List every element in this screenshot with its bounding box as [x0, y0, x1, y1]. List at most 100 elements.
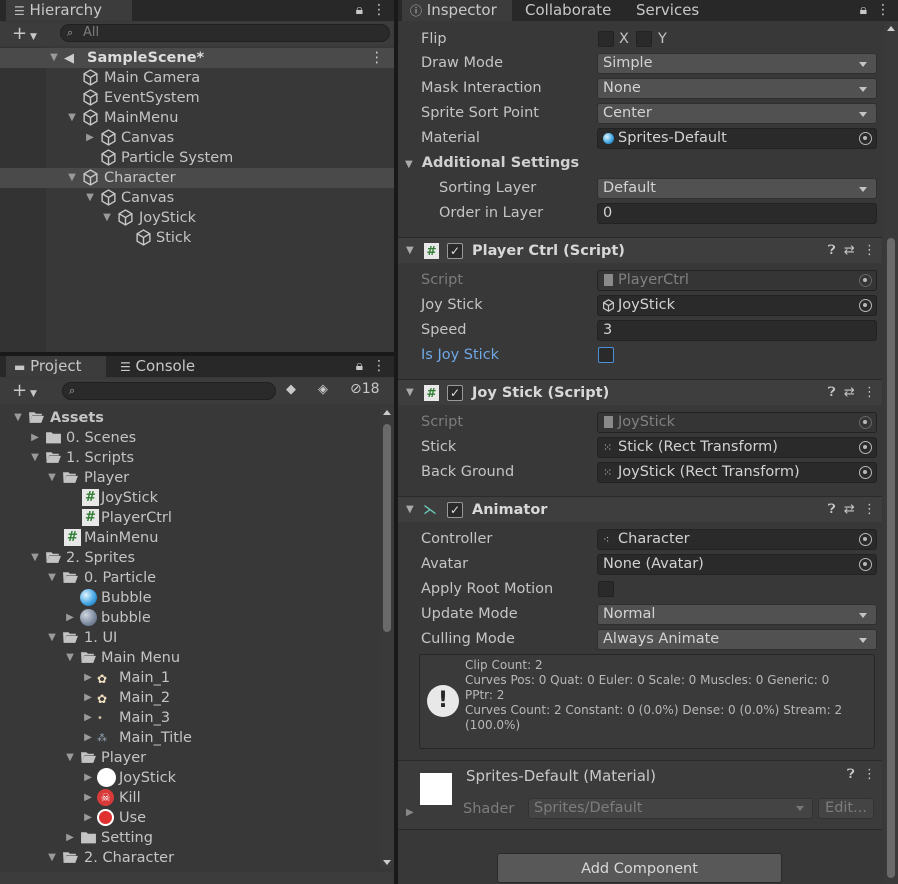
- tree-row-particle-system[interactable]: Particle System: [0, 148, 394, 168]
- expand-arrow-icon[interactable]: ▼: [66, 108, 78, 128]
- draw-mode-dropdown[interactable]: Simple: [597, 53, 877, 74]
- object-picker-icon[interactable]: [859, 533, 872, 546]
- tree-row-canvas[interactable]: ▶ Canvas: [0, 128, 394, 148]
- lock-icon[interactable]: 🔒︎: [860, 2, 867, 18]
- expand-arrow-icon[interactable]: ▼: [64, 648, 76, 668]
- tree-row-scenes-folder[interactable]: ▶ 0. Scenes: [0, 428, 394, 448]
- expand-arrow-icon[interactable]: ▼: [66, 168, 78, 188]
- collapse-arrow-icon[interactable]: ▶: [82, 768, 94, 788]
- speed-input[interactable]: 3: [597, 320, 877, 341]
- tree-row-bubble-sprite[interactable]: ▶ bubble: [0, 608, 394, 628]
- tree-row-scene[interactable]: ▼ ◀ SampleScene* ⋮: [0, 48, 394, 68]
- expand-arrow-icon[interactable]: ▼: [46, 568, 58, 588]
- object-picker-icon[interactable]: [859, 299, 872, 312]
- tree-row-character[interactable]: ▼ Character: [0, 168, 394, 188]
- tree-row-main-3[interactable]: ▶ • Main_3: [0, 708, 394, 728]
- collapse-arrow-icon[interactable]: ▶: [29, 428, 41, 448]
- tab-project[interactable]: ▬ Project: [6, 356, 106, 377]
- expand-arrow-icon[interactable]: ▼: [46, 848, 58, 868]
- mask-interaction-dropdown[interactable]: None: [597, 78, 877, 99]
- tree-row-sprites-folder[interactable]: ▼ 2. Sprites: [0, 548, 394, 568]
- tree-row-canvas-2[interactable]: ▼ Canvas: [0, 188, 394, 208]
- expand-arrow-icon[interactable]: ▼: [29, 548, 41, 568]
- sorting-layer-dropdown[interactable]: Default: [597, 178, 877, 199]
- project-scrollbar[interactable]: [380, 408, 394, 868]
- player-ctrl-enabled-checkbox[interactable]: ✓: [447, 243, 463, 259]
- add-component-button[interactable]: Add Component: [497, 853, 782, 883]
- tab-hierarchy[interactable]: ☰ Hierarchy: [6, 0, 132, 21]
- tree-row-joystick-sprite[interactable]: ▶ JoyStick: [0, 768, 394, 788]
- tree-row-joystick-script[interactable]: # JoyStick: [0, 488, 394, 508]
- object-picker-icon[interactable]: [859, 132, 872, 145]
- tree-row-main-menu[interactable]: ▼ MainMenu: [0, 108, 394, 128]
- shader-edit-button[interactable]: Edit...: [818, 798, 874, 819]
- kebab-menu-icon[interactable]: ⋮: [370, 48, 385, 68]
- tab-inspector[interactable]: ⓘ Inspector: [402, 0, 512, 21]
- collapse-arrow-icon[interactable]: ▶: [82, 788, 94, 808]
- tree-row-main-title[interactable]: ▶ ⁂ Main_Title: [0, 728, 394, 748]
- tree-row-main-2[interactable]: ▶ ✿ Main_2: [0, 688, 394, 708]
- hidden-packages-toggle[interactable]: ⊘18: [350, 381, 380, 397]
- kebab-menu-icon[interactable]: ⋮: [372, 358, 386, 374]
- help-icon[interactable]: ❓︎: [847, 767, 855, 782]
- tree-row-assets[interactable]: ▼ Assets: [0, 408, 394, 428]
- tree-row-bubble-material[interactable]: Bubble: [0, 588, 394, 608]
- kebab-menu-icon[interactable]: ⋮: [863, 502, 876, 517]
- kebab-menu-icon[interactable]: ⋮: [863, 385, 876, 400]
- object-picker-icon[interactable]: [859, 558, 872, 571]
- hierarchy-search-input[interactable]: ⌕ All: [60, 24, 390, 42]
- sprite-sort-point-dropdown[interactable]: Center: [597, 103, 877, 124]
- collapse-arrow-icon[interactable]: ▶: [82, 728, 94, 748]
- tree-row-player-folder[interactable]: ▼ Player: [0, 468, 394, 488]
- tree-row-ui-folder[interactable]: ▼ 1. UI: [0, 628, 394, 648]
- help-icon[interactable]: ❓︎: [828, 385, 836, 400]
- flip-x-checkbox[interactable]: [598, 31, 614, 47]
- collapse-arrow-icon[interactable]: ▶: [82, 708, 94, 728]
- material-field[interactable]: Sprites-Default: [597, 128, 877, 149]
- collapse-arrow-icon[interactable]: ▶: [84, 128, 96, 148]
- expand-arrow-icon[interactable]: ▼: [46, 628, 58, 648]
- kebab-menu-icon[interactable]: ⋮: [372, 2, 386, 18]
- lock-icon[interactable]: 🔒︎: [356, 358, 363, 374]
- scrollbar-thumb[interactable]: [383, 424, 391, 632]
- joy-stick-field[interactable]: JoyStick: [597, 295, 877, 316]
- additional-settings-foldout[interactable]: ▼ Additional Settings: [405, 152, 579, 176]
- tree-row-playerctrl-script[interactable]: # PlayerCtrl: [0, 508, 394, 528]
- collapse-arrow-icon[interactable]: ▶: [64, 608, 76, 628]
- tree-row-main-camera[interactable]: Main Camera: [0, 68, 394, 88]
- collapse-arrow-icon[interactable]: ▼: [406, 497, 414, 523]
- kebab-menu-icon[interactable]: ⋮: [863, 243, 876, 258]
- scroll-down-icon[interactable]: [383, 860, 391, 865]
- tree-row-main-1[interactable]: ▶ ✿ Main_1: [0, 668, 394, 688]
- expand-arrow-icon[interactable]: ▼: [64, 748, 76, 768]
- back-ground-field[interactable]: ⁙ JoyStick (Rect Transform): [597, 462, 877, 483]
- tree-row-joystick[interactable]: ▼ JoyStick: [0, 208, 394, 228]
- order-in-layer-input[interactable]: 0: [597, 203, 877, 224]
- collapse-arrow-icon[interactable]: ▼: [406, 380, 414, 406]
- joy-stick-enabled-checkbox[interactable]: ✓: [447, 385, 463, 401]
- controller-field[interactable]: ⁖ Character: [597, 529, 877, 550]
- collapse-arrow-icon[interactable]: ▶: [406, 807, 414, 818]
- tab-collaborate[interactable]: Collaborate: [517, 0, 627, 21]
- tree-row-stick[interactable]: Stick: [0, 228, 394, 248]
- tree-row-use-sprite[interactable]: ▶ Use: [0, 808, 394, 828]
- avatar-field[interactable]: None (Avatar): [597, 554, 877, 575]
- kebab-menu-icon[interactable]: ⋮: [876, 2, 890, 18]
- collapse-arrow-icon[interactable]: ▼: [406, 238, 414, 264]
- expand-arrow-icon[interactable]: ▼: [101, 208, 113, 228]
- tab-services[interactable]: Services: [628, 0, 738, 21]
- object-picker-icon[interactable]: [859, 466, 872, 479]
- filter-type-icon[interactable]: ◆: [286, 382, 296, 397]
- player-ctrl-header[interactable]: ▼ # ✓ Player Ctrl (Script) ❓︎ ⇄ ⋮: [398, 237, 882, 263]
- tree-row-kill-sprite[interactable]: ▶ ☠ Kill: [0, 788, 394, 808]
- project-search-input[interactable]: ⌕: [62, 382, 276, 400]
- collapse-arrow-icon[interactable]: ▶: [64, 828, 76, 848]
- create-button[interactable]: + ▼: [12, 380, 37, 401]
- tree-row-event-system[interactable]: EventSystem: [0, 88, 394, 108]
- scroll-up-icon[interactable]: [383, 410, 391, 415]
- collapse-arrow-icon[interactable]: ▶: [82, 688, 94, 708]
- expand-arrow-icon[interactable]: ▼: [84, 188, 96, 208]
- filter-label-icon[interactable]: ◈: [318, 382, 328, 397]
- preset-icon[interactable]: ⇄: [844, 243, 855, 258]
- inspector-scrollbar[interactable]: [884, 22, 898, 884]
